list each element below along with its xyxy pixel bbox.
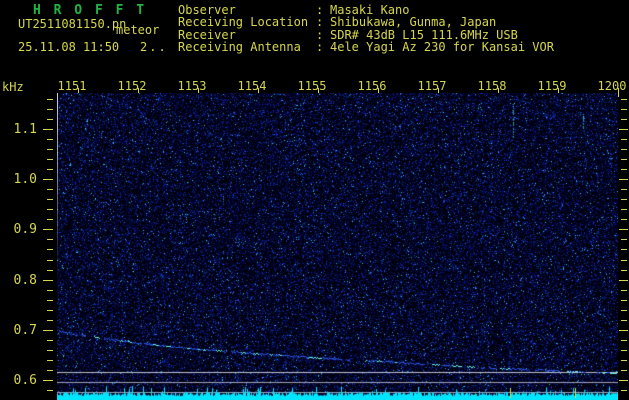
spectrogram-canvas [57,93,618,400]
freq-tick-mark-left [43,280,53,281]
info-value-0: Masaki Kano [330,4,409,16]
time-tick-label: 1155 [298,79,327,93]
freq-tick-mark-left [43,330,53,331]
freq-tick-mark-right [621,340,627,341]
freq-tick-mark-right [621,270,627,271]
freq-tick-mark-right [621,209,627,210]
time-tick-label: 1157 [418,79,447,93]
info-value-3: 4ele Yagi Az 230 for Kansai VOR [330,41,554,53]
freq-tick-mark-left [47,249,53,250]
freq-tick-mark-left [47,300,53,301]
info-label-0: Observer [178,4,236,16]
time-tick-label: 1154 [238,79,267,93]
freq-tick-mark-right [621,300,627,301]
freq-tick-mark-right [621,169,627,170]
datetime-suffix: 2.. [140,40,168,54]
freq-tick-mark-right [619,380,628,381]
freq-tick-mark-left [47,310,53,311]
output-filename: UT2511081150.pn [18,17,126,31]
freq-tick-mark-left [43,179,53,180]
freq-tick-mark-right [619,330,628,331]
freq-tick-mark-left [47,360,53,361]
info-label-1: Receiving Location [178,16,308,28]
freq-tick-mark-left [47,199,53,200]
time-tick-label: 1152 [118,79,147,93]
freq-tick-mark-left [47,390,53,391]
freq-tick-mark-left [43,380,53,381]
freq-tick-mark-right [619,179,628,180]
time-tick-label: 1151 [58,79,87,93]
freq-tick-mark-left [47,260,53,261]
freq-tick-mark-left [47,189,53,190]
freq-tick-mark-right [621,290,627,291]
info-value-2: SDR# 43dB L15 111.6MHz USB [330,29,518,41]
freq-tick-mark-right [621,370,627,371]
freq-tick-mark-left [47,219,53,220]
freq-tick-mark-left [47,320,53,321]
freq-tick-mark-left [47,109,53,110]
info-label-2: Receiver [178,29,236,41]
freq-tick-mark-left [47,239,53,240]
info-separator: : [316,16,323,28]
freq-tick-mark-right [621,350,627,351]
freq-tick-mark-right [621,119,627,120]
freq-tick-mark-left [47,350,53,351]
freq-tick-mark-right [621,139,627,140]
info-separator: : [316,41,323,53]
freq-tick-mark-right [621,249,627,250]
time-tick-label: 1159 [538,79,567,93]
time-tick-label: 1153 [178,79,207,93]
observation-datetime: 25.11.08 11:50 [18,40,119,54]
freq-tick-mark-left [47,209,53,210]
freq-tick-mark-left [47,169,53,170]
freq-tick-mark-right [621,260,627,261]
time-tick-label: 1200 [598,79,627,93]
freq-unit-label: kHz [2,80,24,94]
freq-tick-mark-right [621,360,627,361]
freq-tick-mark-right [621,310,627,311]
info-separator: : [316,4,323,16]
time-tick-label: 1156 [358,79,387,93]
freq-tick-label: 0.9 [0,223,37,236]
plot-left-border [57,93,58,273]
freq-tick-mark-right [621,239,627,240]
time-tick-label: 1158 [478,79,507,93]
freq-tick-mark-right [621,149,627,150]
freq-tick-mark-right [619,229,628,230]
freq-tick-label: 1.1 [0,123,37,136]
freq-tick-mark-right [621,390,627,391]
freq-tick-mark-right [621,99,627,100]
info-label-3: Receiving Antenna [178,41,301,53]
freq-tick-mark-left [47,149,53,150]
freq-tick-mark-left [43,229,53,230]
freq-tick-mark-right [619,129,628,130]
hrofft-window: H R O F F T UT2511081150.pn meteor 25.11… [0,0,629,400]
filename-overlay-label: meteor [116,23,159,37]
freq-tick-mark-left [47,340,53,341]
freq-tick-mark-left [47,139,53,140]
freq-tick-mark-left [47,370,53,371]
freq-tick-mark-left [47,159,53,160]
freq-tick-mark-right [621,189,627,190]
freq-tick-mark-left [43,129,53,130]
app-title: H R O F F T [33,3,147,18]
freq-tick-mark-right [619,280,628,281]
freq-tick-mark-right [621,109,627,110]
freq-tick-mark-left [47,270,53,271]
freq-tick-label: 0.7 [0,324,37,337]
freq-tick-mark-right [621,159,627,160]
freq-tick-label: 0.8 [0,274,37,287]
info-separator: : [316,29,323,41]
freq-tick-label: 1.0 [0,173,37,186]
freq-tick-mark-right [621,199,627,200]
freq-tick-mark-right [621,320,627,321]
info-value-1: Shibukawa, Gunma, Japan [330,16,496,28]
freq-tick-mark-left [47,290,53,291]
freq-tick-mark-left [47,119,53,120]
freq-tick-mark-left [47,99,53,100]
freq-tick-label: 0.6 [0,374,37,387]
freq-tick-mark-right [621,219,627,220]
time-tick-mark [618,88,619,97]
